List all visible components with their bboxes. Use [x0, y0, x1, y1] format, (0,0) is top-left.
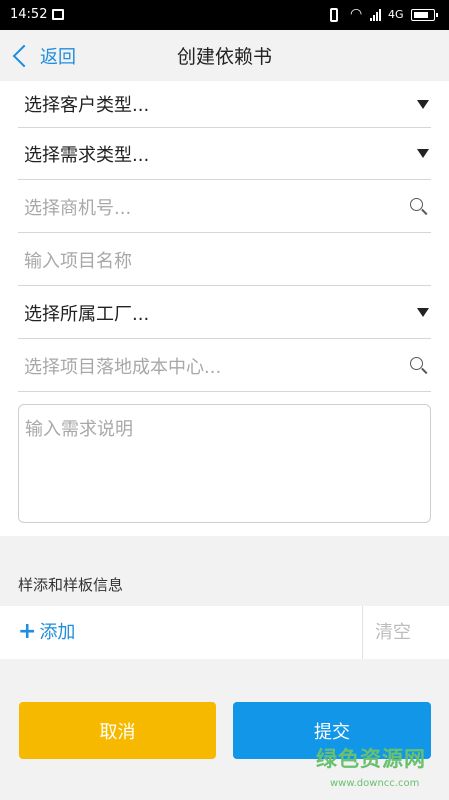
- opportunity-number-field[interactable]: 选择商机号...: [18, 181, 431, 233]
- demand-type-value: 选择需求类型...: [24, 144, 150, 166]
- add-sample-button[interactable]: + 添加: [18, 618, 75, 644]
- demand-description-textarea[interactable]: 输入需求说明: [18, 404, 431, 523]
- dropdown-arrow-icon: [417, 308, 429, 317]
- cost-center-field[interactable]: 选择项目落地成本中心...: [18, 340, 431, 392]
- network-type: 4G: [388, 8, 404, 21]
- demand-type-select[interactable]: 选择需求类型...: [18, 128, 431, 180]
- cancel-button[interactable]: 取消: [19, 702, 216, 759]
- factory-value: 选择所属工厂...: [24, 303, 150, 325]
- project-name-input[interactable]: 输入项目名称: [18, 234, 431, 286]
- status-time: 14:52: [10, 7, 48, 22]
- page-title: 创建依赖书: [176, 46, 272, 68]
- search-icon[interactable]: [409, 197, 429, 217]
- clear-button[interactable]: 清空: [375, 618, 411, 644]
- signal-icon: [370, 9, 384, 21]
- vibrate-icon: [330, 8, 338, 22]
- search-icon[interactable]: [409, 356, 429, 376]
- add-label: 添加: [39, 622, 76, 643]
- screenshot-icon: [52, 9, 64, 20]
- opportunity-number-placeholder: 选择商机号...: [24, 197, 132, 219]
- factory-select[interactable]: 选择所属工厂...: [18, 287, 431, 339]
- dropdown-arrow-icon: [417, 149, 429, 158]
- project-name-placeholder: 输入项目名称: [24, 250, 132, 272]
- plus-icon: +: [18, 619, 37, 644]
- demand-description-placeholder: 输入需求说明: [25, 419, 133, 440]
- status-bar: 14:52 ◠ 4G: [0, 0, 449, 30]
- customer-type-value: 选择客户类型...: [24, 95, 150, 116]
- cost-center-placeholder: 选择项目落地成本中心...: [24, 356, 222, 378]
- watermark-title: 绿色资源网: [316, 747, 426, 771]
- customer-type-select[interactable]: 选择客户类型...: [18, 81, 431, 128]
- battery-icon: [411, 9, 438, 21]
- dropdown-arrow-icon: [417, 99, 429, 109]
- watermark-url: www.downcc.com: [330, 778, 420, 789]
- title-bar: 返回 创建依赖书: [0, 30, 449, 81]
- samples-section-label: 样添和样板信息: [18, 576, 124, 594]
- divider: [362, 606, 363, 659]
- samples-action-bar: + 添加 清空: [0, 606, 449, 659]
- wifi-icon: ◠: [350, 6, 363, 22]
